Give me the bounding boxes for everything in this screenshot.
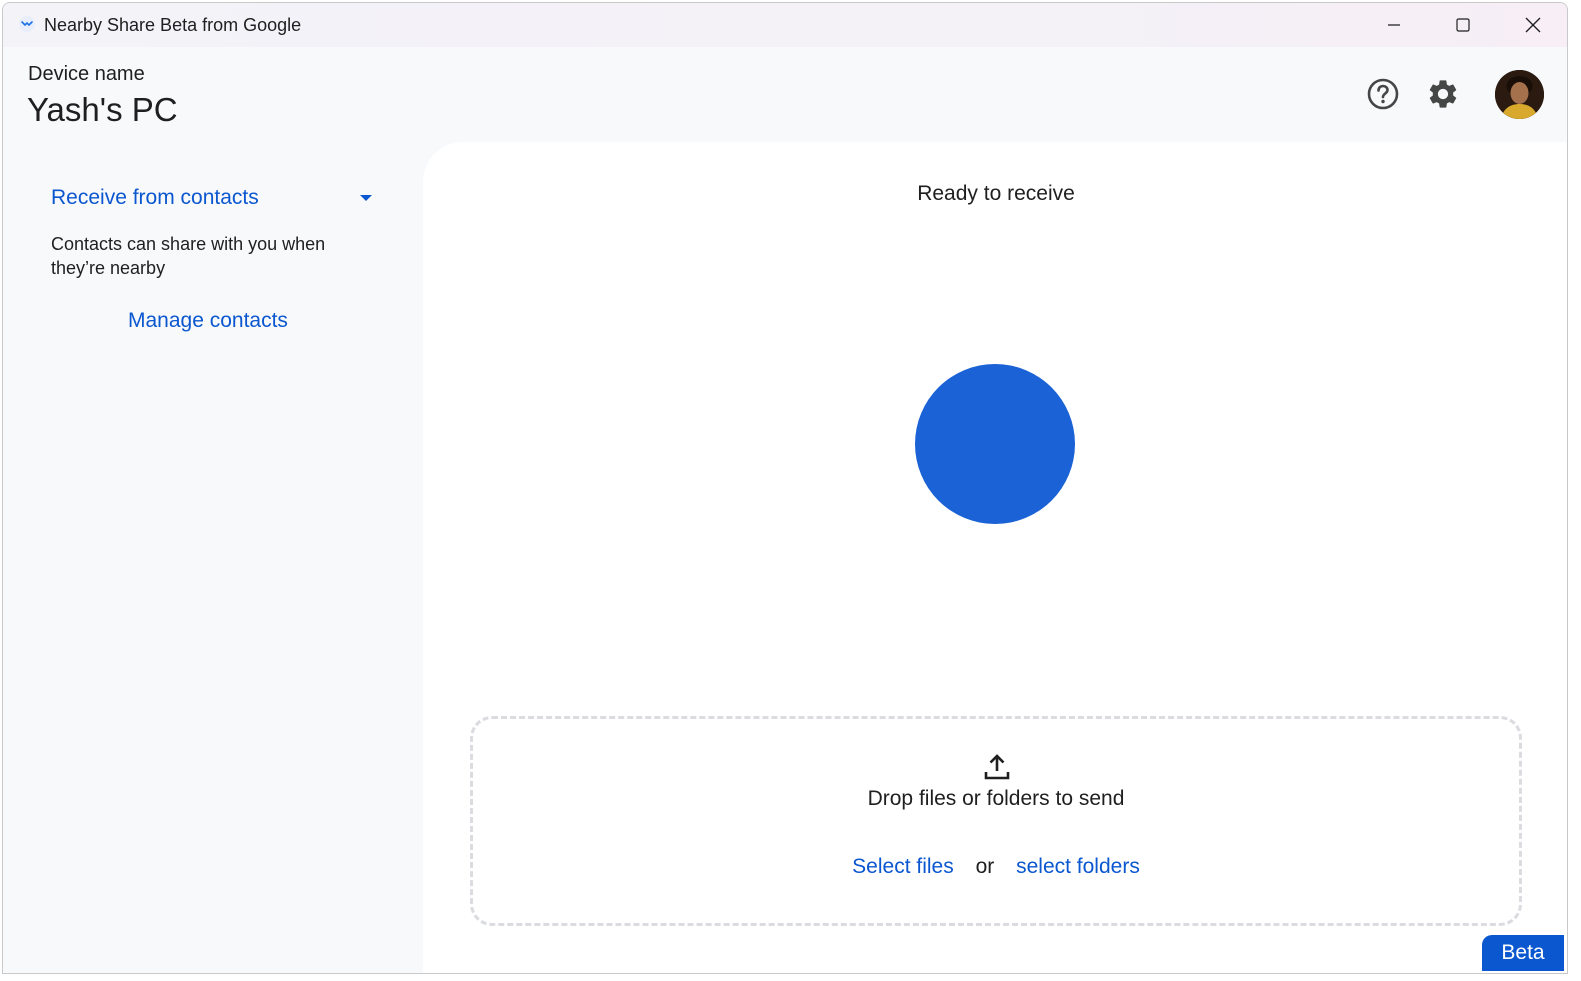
title-bar[interactable]: Nearby Share Beta from Google (3, 3, 1567, 47)
gear-icon (1429, 80, 1457, 108)
close-button[interactable] (1499, 3, 1567, 47)
maximize-button[interactable] (1429, 3, 1497, 47)
help-icon (1367, 78, 1399, 110)
select-files-link[interactable]: Select files (852, 855, 954, 878)
receive-mode-description: Contacts can share with you when they’re… (51, 234, 326, 278)
select-row: Select files or select folders (473, 855, 1519, 879)
receive-status: Ready to receive (917, 182, 1075, 205)
dropdown-arrow-icon (360, 195, 372, 201)
avatar-image (1495, 70, 1544, 119)
manage-contacts-link[interactable]: Manage contacts (128, 309, 288, 333)
main-panel: Ready to receive Drop files or folders t… (423, 142, 1567, 973)
app-window: Nearby Share Beta from Google Device nam… (2, 2, 1568, 974)
nearby-share-icon (19, 16, 35, 32)
device-name: Yash's PC (27, 91, 178, 128)
minimize-icon (1388, 24, 1400, 26)
window-title: Nearby Share Beta from Google (44, 15, 302, 35)
drop-files-text: Drop files or folders to send (867, 787, 1125, 810)
settings-button[interactable] (1423, 74, 1463, 114)
account-avatar[interactable] (1495, 70, 1544, 119)
upload-icon (984, 754, 1010, 780)
device-name-label: Device name (28, 63, 145, 85)
help-button[interactable] (1363, 74, 1403, 114)
close-icon (1525, 17, 1541, 33)
minimize-button[interactable] (1360, 3, 1428, 47)
or-text: or (975, 855, 995, 878)
beta-badge: Beta (1482, 935, 1564, 971)
receive-mode-label: Receive from contacts (51, 186, 259, 209)
maximize-icon (1456, 18, 1470, 32)
receive-mode-dropdown[interactable]: Receive from contacts (51, 181, 373, 215)
device-pulse-indicator (915, 364, 1075, 524)
drop-zone[interactable]: Drop files or folders to send Select fil… (470, 716, 1522, 926)
select-folders-link[interactable]: select folders (1016, 855, 1140, 878)
